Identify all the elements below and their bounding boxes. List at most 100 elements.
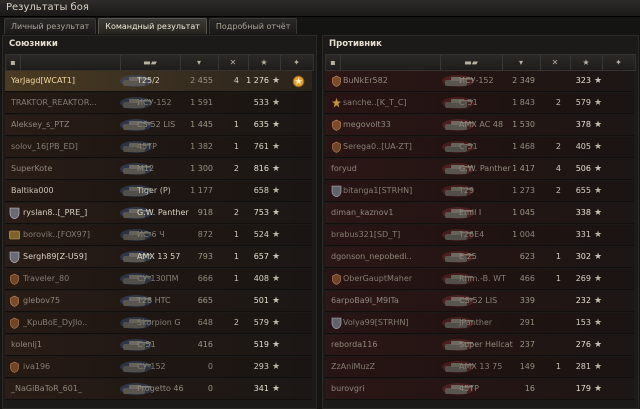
table-row[interactable]: TRAKTOR_REAKTOR... ИСУ-152 1 591 533 ★ bbox=[5, 93, 312, 114]
medal-icon bbox=[292, 75, 305, 88]
star-icon: ★ bbox=[272, 230, 281, 240]
table-row[interactable]: burovgri 45TP 16 179 ★ bbox=[325, 379, 634, 400]
table-row[interactable]: diman_kaznov1 Emil I1 045 338 ★ bbox=[325, 203, 634, 224]
clan-emblem-icon bbox=[331, 137, 343, 157]
star-icon: ★ bbox=[272, 98, 281, 108]
damage-value: 0 bbox=[207, 384, 213, 393]
table-row[interactable]: foryud G.W. Panther 1 417 4 506 ★ bbox=[325, 159, 634, 180]
star-icon: ★ bbox=[594, 296, 603, 306]
table-row[interactable]: dgonson_nepobedi.. E 25 623 1 302 ★ bbox=[325, 247, 634, 268]
player-name: Traveler_80 bbox=[23, 274, 70, 283]
table-row[interactable]: ZzAniMuzZ AMX 13 75 149 1 281 ★ bbox=[325, 357, 634, 378]
player-column-header[interactable] bbox=[20, 55, 121, 70]
xp-value: 269 bbox=[575, 274, 591, 283]
xp-value: 579 bbox=[253, 318, 269, 327]
clan-emblem-icon bbox=[331, 93, 343, 113]
kills-value: 2 bbox=[233, 318, 239, 327]
table-row[interactable]: _KpuBoE_DyJlo.. Skorpion G 648 2 579 ★ bbox=[5, 313, 312, 334]
table-row[interactable]: glebov75 T28 HTC 665 501 ★ bbox=[5, 291, 312, 312]
squad-icon[interactable]: ▪ bbox=[6, 55, 21, 70]
xp-value: 533 bbox=[253, 98, 269, 107]
star-icon: ★ bbox=[272, 362, 281, 372]
kills-value bbox=[539, 379, 561, 399]
damage-value: 793 bbox=[197, 252, 213, 261]
table-row[interactable]: SuperKote M12 1 300 2 816 ★ bbox=[5, 159, 312, 180]
kills-value: 1 bbox=[555, 362, 561, 371]
damage-value: 16 bbox=[524, 384, 535, 393]
kills-value: 1 bbox=[233, 120, 239, 129]
xp-value: 753 bbox=[253, 208, 269, 217]
table-row[interactable]: Aleksey_s_PTZ CS-52 LIS 1 445 1 635 ★ bbox=[5, 115, 312, 136]
kills-value: 4 bbox=[233, 76, 239, 85]
player-name: borovik..[FOX97] bbox=[23, 230, 90, 239]
table-row[interactable]: bitanga1[STRHN] T29 1 273 2 655 ★ bbox=[325, 181, 634, 202]
player-name: _KpuBoE_DyJlo.. bbox=[23, 318, 88, 327]
kills-value: 2 bbox=[555, 98, 561, 107]
sort-arrow-icon[interactable]: ▾ bbox=[502, 55, 541, 70]
kills-value: 2 bbox=[233, 208, 239, 217]
table-row[interactable]: solov_16[PB_ED] 45TP 1 382 1 761 ★ bbox=[5, 137, 312, 158]
table-row[interactable]: Traveler_80 СУ-130ПМ 666 1 408 ★ bbox=[5, 269, 312, 290]
table-row[interactable]: borovik..[FOX97] ИС-6 Ч 872 1 524 ★ bbox=[5, 225, 312, 246]
tank-icon[interactable]: ▬▰ bbox=[440, 55, 503, 70]
table-row[interactable]: YarJagd[WCAT1] T25/2 2 455 4 1 276 ★ bbox=[5, 71, 312, 92]
player-name: Sergh89[Z-U59] bbox=[23, 252, 87, 261]
damage-value: 291 bbox=[519, 318, 535, 327]
xp-value: 276 bbox=[575, 340, 591, 349]
player-name: Serega0..[UA-ZT] bbox=[343, 142, 412, 151]
squad-icon[interactable]: ▪ bbox=[326, 55, 341, 70]
window-title: Результаты боя bbox=[6, 2, 89, 13]
xp-value: 338 bbox=[575, 208, 591, 217]
damage-value: 1 004 bbox=[512, 230, 535, 239]
table-row[interactable]: _NaGiBaToR_601_ Progetto 46 0 341 ★ bbox=[5, 379, 312, 400]
table-row[interactable]: megovolt33 AMX AC 48 1 530 378 ★ bbox=[325, 115, 634, 136]
damage-value: 1 591 bbox=[190, 98, 213, 107]
damage-value: 237 bbox=[519, 340, 535, 349]
star-icon[interactable]: ★ bbox=[570, 55, 603, 70]
enemies-table-header: ▪ ▬▰ ▾ ✕ ★ ✦ bbox=[325, 54, 636, 71]
table-row[interactable]: brabus321[SD_T] T26E4 1 004 331 ★ bbox=[325, 225, 634, 246]
xp-value: 635 bbox=[253, 120, 269, 129]
table-row[interactable]: kolenij1 C-51 416 519 ★ bbox=[5, 335, 312, 356]
table-row[interactable]: 6arpoBa9I_M9ITa CS-52 LIS 339 232 ★ bbox=[325, 291, 634, 312]
star-icon: ★ bbox=[594, 186, 603, 196]
star-icon: ★ bbox=[272, 252, 281, 262]
table-row[interactable]: Sergh89[Z-U59] AMX 13 57 793 1 657 ★ bbox=[5, 247, 312, 268]
sort-arrow-icon[interactable]: ▾ bbox=[180, 55, 219, 70]
xp-value: 302 bbox=[575, 252, 591, 261]
star-icon[interactable]: ★ bbox=[248, 55, 281, 70]
medal-icon[interactable]: ✦ bbox=[602, 55, 635, 70]
xp-value: 405 bbox=[575, 142, 591, 151]
clan-emblem-icon bbox=[331, 181, 343, 201]
kills-icon[interactable]: ✕ bbox=[218, 55, 249, 70]
table-row[interactable]: sanche..[K_T_C] C-51 1 843 2 579 ★ bbox=[325, 93, 634, 114]
tank-icon[interactable]: ▬▰ bbox=[120, 55, 181, 70]
enemies-title: Противник bbox=[329, 39, 382, 49]
table-row[interactable]: Baltika000 Tiger (P) 1 177 658 ★ bbox=[5, 181, 312, 202]
kills-value bbox=[539, 115, 561, 135]
player-name: iva196 bbox=[23, 362, 51, 371]
table-row[interactable]: reborda116 Super Hellcat 237 276 ★ bbox=[325, 335, 634, 356]
damage-value: 149 bbox=[519, 362, 535, 371]
tab-detailed-report[interactable]: Подробный отчёт bbox=[208, 18, 298, 34]
table-row[interactable]: BuNkEr582 ИСУ-152 2 349 323 ★ bbox=[325, 71, 634, 92]
xp-value: 331 bbox=[575, 230, 591, 239]
player-name: SuperKote bbox=[11, 164, 53, 173]
table-row[interactable]: ryslan8..[_PRE_] G.W. Panther 918 2 753 ★ bbox=[5, 203, 312, 224]
table-row[interactable]: Serega0..[UA-ZT] C-51 1 468 2 405 ★ bbox=[325, 137, 634, 158]
medal-icon[interactable]: ✦ bbox=[280, 55, 313, 70]
table-row[interactable]: Volya99[STRHN] JPanther 291 153 ★ bbox=[325, 313, 634, 334]
tab-personal-result[interactable]: Личный результат bbox=[4, 18, 97, 34]
clan-emblem-icon bbox=[9, 357, 21, 377]
kills-icon[interactable]: ✕ bbox=[540, 55, 571, 70]
player-name: _NaGiBaToR_601_ bbox=[11, 384, 82, 393]
tab-team-result[interactable]: Командный результат bbox=[98, 18, 207, 34]
clan-emblem-icon bbox=[9, 269, 21, 289]
clan-emblem-icon bbox=[9, 291, 21, 311]
damage-value: 1 045 bbox=[512, 208, 535, 217]
table-row[interactable]: OberGauptMaher Rhm.-B. WT 466 1 269 ★ bbox=[325, 269, 634, 290]
table-row[interactable]: iva196 СУ-152 0 293 ★ bbox=[5, 357, 312, 378]
player-column-header[interactable] bbox=[340, 55, 441, 70]
kills-value bbox=[539, 291, 561, 311]
xp-value: 579 bbox=[575, 98, 591, 107]
